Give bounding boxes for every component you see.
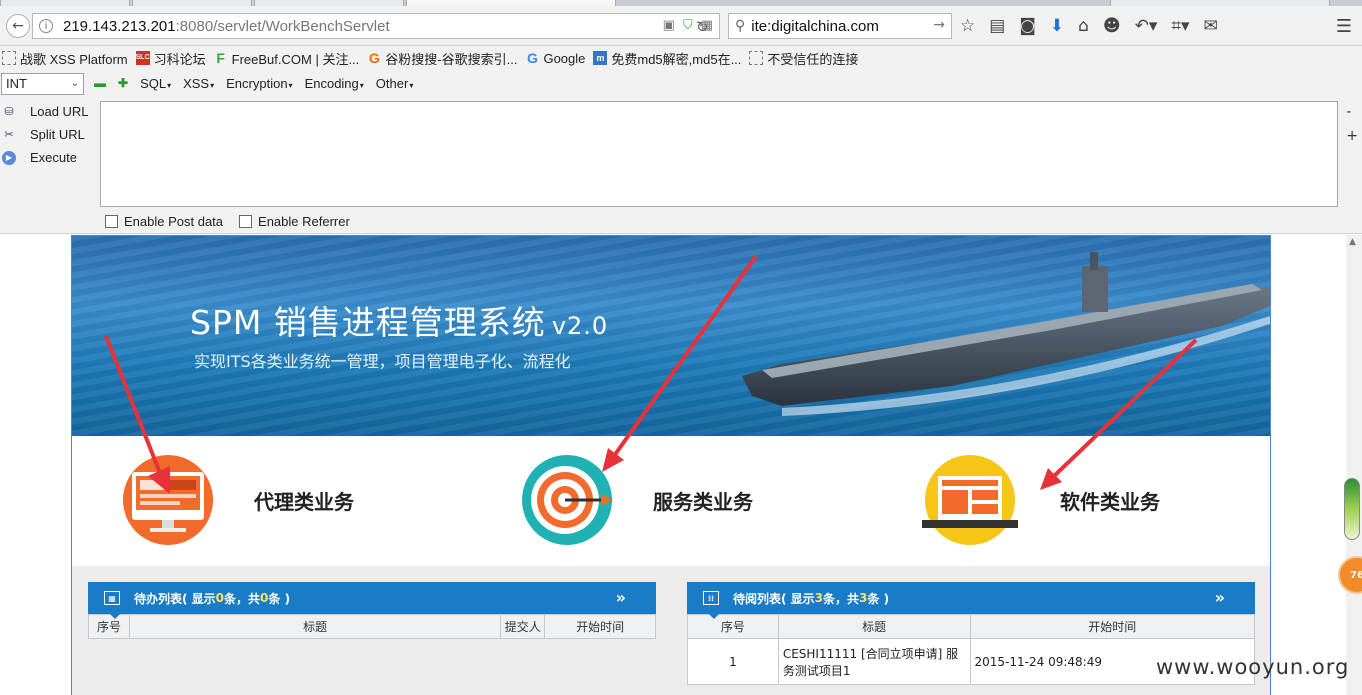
column-header: 开始时间	[544, 614, 656, 639]
navigation-toolbar: ← i 219.143.213.201:8080/servlet/WorkBen…	[0, 6, 1362, 46]
category-label: 软件类业务	[1060, 489, 1160, 514]
split-url-button[interactable]: ✂ Split URL	[2, 123, 89, 146]
status-gauge[interactable]	[1344, 478, 1360, 540]
row-number: 1	[687, 638, 779, 685]
more-icon[interactable]: »	[1215, 588, 1225, 607]
site-info-icon[interactable]: i	[39, 19, 53, 33]
play-icon: ▶	[2, 150, 16, 165]
load-url-icon: ⛁	[4, 105, 14, 118]
minus-icon[interactable]: ▬	[94, 76, 106, 91]
scroll-up-icon[interactable]: ▲	[1349, 237, 1356, 247]
load-url-button[interactable]: ⛁ Load URL	[2, 100, 88, 123]
emoji-icon[interactable]: ☻	[1103, 16, 1121, 36]
bookmark-item[interactable]: 不受信任的连接	[749, 49, 858, 68]
bookmark-item[interactable]: SLC 习科论坛	[135, 49, 206, 68]
slc-icon: SLC	[135, 51, 150, 65]
url-path: :8080/servlet/WorkBenchServlet	[175, 17, 390, 35]
dashed-page-icon	[749, 51, 764, 65]
back-button[interactable]: ←	[6, 14, 30, 38]
target-icon	[522, 455, 613, 545]
search-input[interactable]: ite:digitalchina.com	[751, 18, 879, 35]
laptop-icon	[922, 455, 1018, 545]
url-bar[interactable]: i 219.143.213.201:8080/servlet/WorkBench…	[32, 13, 720, 39]
enable-post-checkbox[interactable]: Enable Post data	[105, 214, 223, 229]
reader-view-icon[interactable]: ▣	[663, 18, 675, 33]
todo-panel: ▦ 待办列表( 显示 0 条，共 0 条 ) » 序号 标题 提交人 开始时间	[88, 582, 656, 639]
page-scrollbar[interactable]: ▲	[1346, 235, 1362, 695]
type-select[interactable]: INT ⌄	[1, 73, 84, 95]
freebuf-icon: F	[216, 50, 225, 66]
enable-referrer-checkbox[interactable]: Enable Referrer	[239, 214, 350, 229]
pocket-icon[interactable]: ◙	[1019, 16, 1036, 36]
reading-list-icon[interactable]: ▤	[989, 16, 1005, 36]
bookmark-item[interactable]: m 免费md5解密,md5在...	[593, 49, 741, 68]
expand-icon[interactable]: +	[1346, 124, 1358, 148]
undo-icon[interactable]: ↶▾	[1135, 16, 1158, 36]
category-label: 代理类业务	[254, 489, 354, 514]
monitor-icon	[123, 455, 213, 545]
todo-panel-header: ▦ 待办列表( 显示 0 条，共 0 条 ) »	[88, 582, 656, 619]
hamburger-menu-icon[interactable]: ☰	[1336, 16, 1352, 37]
google-icon: G	[527, 50, 538, 66]
category-software[interactable]: 软件类业务	[920, 454, 1160, 546]
gufen-icon: G	[368, 50, 380, 66]
aircraft-carrier-image	[742, 252, 1270, 416]
bookmark-item[interactable]: F FreeBuf.COM | 关注...	[214, 49, 359, 68]
column-header: 标题	[777, 614, 971, 639]
bookmark-item[interactable]: G Google	[525, 51, 585, 66]
bookmarks-toolbar: 战歌 XSS Platform SLC 习科论坛 F FreeBuf.COM | 关…	[0, 46, 1362, 70]
back-arrow-icon: ←	[12, 18, 24, 34]
header-banner: SPM 销售进程管理系统 v2.0 实现ITS各类业务统一管理，项目管理电子化、流…	[72, 236, 1270, 436]
shield-icon[interactable]: ⛉	[683, 18, 693, 33]
menu-xss[interactable]: XSS	[183, 76, 214, 91]
read-panel-header: ⁞⁞ 待阅列表( 显示 3 条，共 3 条 ) »	[687, 582, 1255, 619]
list-grid-icon: ⁞⁞	[703, 591, 719, 605]
search-bar[interactable]: ⚲ ite:digitalchina.com →	[728, 13, 952, 39]
category-label: 服务类业务	[653, 489, 753, 514]
more-icon[interactable]: »	[616, 588, 626, 607]
bookmark-item[interactable]: 战歌 XSS Platform	[2, 49, 128, 68]
hackbar-panel: INT⌄ ▬ ✚ SQL XSS Encryption Encoding Oth…	[0, 70, 1362, 234]
category-agency[interactable]: 代理类业务	[122, 454, 354, 546]
column-header: 序号	[687, 614, 779, 639]
version-label: v2.0	[551, 312, 609, 340]
home-icon[interactable]: ⌂	[1078, 16, 1089, 36]
column-header: 序号	[88, 614, 130, 639]
page-subtitle: 实现ITS各类业务统一管理，项目管理电子化、流程化	[194, 352, 571, 371]
calendar-icon: ▦	[104, 591, 120, 605]
download-icon[interactable]: ⬇	[1050, 16, 1064, 36]
category-service[interactable]: 服务类业务	[521, 454, 753, 546]
url-textarea[interactable]	[100, 101, 1338, 207]
search-go-icon[interactable]: →	[933, 17, 945, 33]
shrink-icon[interactable]: -	[1346, 100, 1358, 124]
bookmark-star-icon[interactable]: ☆	[960, 16, 975, 36]
column-header: 标题	[128, 614, 502, 639]
search-icon: ⚲	[735, 18, 746, 34]
menu-encryption[interactable]: Encryption	[226, 76, 292, 91]
execute-button[interactable]: ▶ Execute	[2, 146, 89, 169]
md5-icon: m	[593, 51, 608, 65]
spm-page: SPM 销售进程管理系统 v2.0 实现ITS各类业务统一管理，项目管理电子化、流…	[71, 235, 1271, 695]
row-title-link[interactable]: CESHI11111 [合同立项申请] 服务测试项目1	[777, 638, 971, 685]
url-host: 219.143.213.201	[63, 17, 176, 35]
scissors-icon: ✂	[4, 128, 14, 141]
plus-icon[interactable]: ✚	[118, 76, 128, 91]
column-header: 提交人	[500, 614, 546, 639]
page-title: SPM 销售进程管理系统 v2.0	[190, 303, 609, 342]
chat-icon[interactable]: ✉	[1203, 16, 1217, 36]
todo-table: 序号 标题 提交人 开始时间	[88, 614, 656, 639]
bookmark-item[interactable]: G 谷粉搜搜-谷歌搜索引...	[367, 49, 518, 68]
chevron-down-icon: ⌄	[70, 78, 79, 89]
menu-other[interactable]: Other	[376, 76, 414, 91]
column-header: 开始时间	[969, 614, 1256, 639]
reload-icon[interactable]: ↻	[696, 18, 709, 36]
crop-icon[interactable]: ⌗▾	[1171, 16, 1189, 36]
dashed-page-icon	[2, 51, 16, 65]
watermark: www.wooyun.org	[1156, 655, 1350, 679]
menu-encoding[interactable]: Encoding	[305, 76, 364, 91]
menu-sql[interactable]: SQL	[140, 76, 171, 91]
